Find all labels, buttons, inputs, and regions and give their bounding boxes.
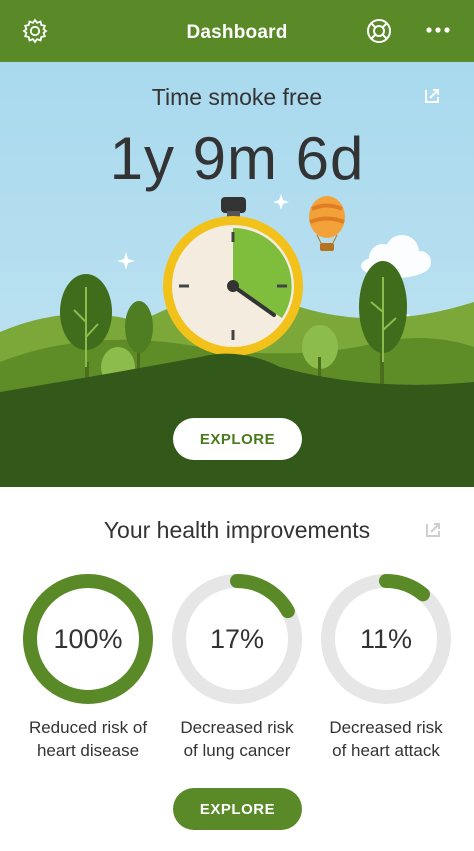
metric-label-line: of lung cancer [183,741,291,760]
metric-label-line: Decreased risk [180,718,294,737]
more-icon[interactable] [424,20,452,40]
lifebuoy-icon[interactable] [364,16,394,46]
metric-label: Decreased risk of lung cancer [156,716,318,762]
metric-label-line: Reduced risk of [28,718,148,737]
top-bar: Dashboard [0,0,474,62]
metric-label-line: heart disease [36,741,140,760]
share-icon[interactable] [424,88,440,104]
stopwatch [163,197,303,356]
metric-label-line: Decreased risk [329,718,443,737]
smoke-free-duration: 1y 9m 6d [109,125,365,192]
metric-label-line: of heart attack [332,741,440,760]
smoke-free-card: Time smoke free 1y 9m 6d EXPLORE [0,62,474,487]
health-section-title: Your health improvements [103,517,371,543]
page-title: Dashboard [186,22,288,43]
metric-percent: 11% [359,623,413,654]
metric-lung-cancer[interactable]: 17% Decreased risk of lung cancer [170,572,304,760]
metric-percent: 17% [209,623,265,654]
explore-health-button[interactable]: EXPLORE [173,788,302,830]
metric-label: Reduced risk of heart disease [7,716,169,762]
share-icon[interactable] [425,522,441,538]
metric-heart-disease[interactable]: 100% Reduced risk of heart disease [21,572,155,760]
hot-air-balloon [309,196,345,251]
metric-percent: 100% [53,623,123,654]
metric-label: Decreased risk of heart attack [305,716,467,762]
explore-time-button[interactable]: EXPLORE [173,418,302,460]
metric-heart-attack[interactable]: 11% Decreased risk of heart attack [319,572,453,760]
hero-title: Time smoke free [151,84,323,110]
